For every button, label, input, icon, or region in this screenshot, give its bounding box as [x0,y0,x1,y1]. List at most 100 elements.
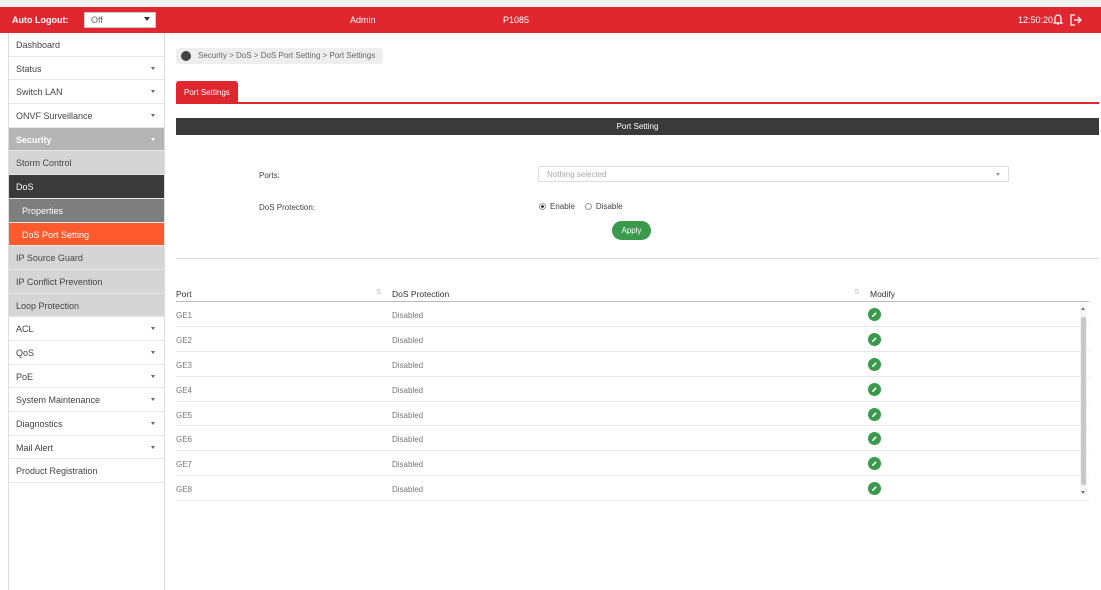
sidebar-item-dos-port-setting[interactable]: DoS Port Setting [9,222,164,247]
auto-logout-select[interactable]: Off [84,12,156,28]
sidebar-item-label: Loop Protection [16,300,80,311]
table-row: GE7 Disabled [176,451,1089,477]
bell-icon[interactable] [1052,14,1064,26]
disable-radio[interactable] [584,203,592,210]
auto-logout-value: Off [91,15,103,25]
sidebar-item-label: QoS [16,347,35,358]
logout-icon[interactable] [1069,14,1083,26]
ports-select[interactable]: Nothing selected [538,166,1009,182]
table-row: GE3 Disabled [176,352,1089,377]
port-cell: GE8 [176,485,193,495]
sort-icon[interactable]: ⇅ [854,288,860,296]
dos-protection-radios: Enable Disable [539,202,623,211]
chevron-down-icon [151,350,155,354]
apply-button[interactable]: Apply [612,221,651,240]
table-row: GE6 Disabled [176,426,1089,452]
dos-cell: Disabled [392,360,424,370]
sidebar-item-product-registration[interactable]: Product Registration [9,459,164,484]
scroll-up-icon[interactable] [1081,307,1085,310]
header-port[interactable]: Port [176,289,192,299]
port-cell: GE2 [176,335,193,345]
tab-port-settings[interactable]: Port Settings [176,81,238,103]
sidebar-item-ip-conflict-prevention[interactable]: IP Conflict Prevention [9,269,164,294]
auto-logout-label: Auto Logout: [12,15,69,25]
edit-icon[interactable] [868,308,881,321]
sidebar-item-label: System Maintenance [16,395,101,406]
table-header: Port ⇅ DoS Protection ⇅ Modify [176,280,1089,302]
clock: 12:50:20 [1018,15,1054,25]
table-row: GE4 Disabled [176,377,1089,402]
port-table: Port ⇅ DoS Protection ⇅ Modify GE1 Disab… [176,280,1089,502]
ports-placeholder: Nothing selected [547,170,607,179]
device-model: P1085 [503,15,530,25]
gear-icon [181,51,191,61]
sidebar-item-security[interactable]: Security [9,127,164,152]
sidebar-item-label: Security [16,134,52,145]
breadcrumb-text: Security > DoS > DoS Port Setting > Port… [198,51,376,60]
sidebar-item-ip-source-guard[interactable]: IP Source Guard [9,246,164,270]
sidebar-item-dos[interactable]: DoS [9,175,164,199]
edit-icon[interactable] [868,482,881,496]
edit-icon[interactable] [868,382,881,396]
sidebar-item-switch-lan[interactable]: Switch LAN [9,80,164,105]
edit-icon[interactable] [868,457,881,471]
sort-icon[interactable]: ⇅ [376,288,382,296]
sidebar-item-onvf[interactable]: ONVF Surveillance [9,104,164,128]
sidebar-item-properties[interactable]: Properties [9,198,164,223]
sidebar-item-label: DoS [16,182,34,193]
sidebar-item-status[interactable]: Status [9,57,164,81]
sidebar-item-label: Product Registration [16,466,98,477]
edit-icon[interactable] [868,357,881,371]
dos-cell: Disabled [392,410,424,420]
sidebar-item-loop-protection[interactable]: Loop Protection [9,293,164,318]
sidebar-item-poe[interactable]: PoE [9,365,164,389]
scrollbar-thumb[interactable] [1081,317,1086,485]
port-cell: GE1 [176,311,193,320]
sidebar-item-dashboard[interactable]: Dashboard [9,33,164,57]
chevron-down-icon [151,137,155,141]
sidebar: Dashboard Status Switch LAN ONVF Surveil… [8,33,165,590]
sidebar-item-label: Properties [22,205,64,216]
sidebar-item-storm-control[interactable]: Storm Control [9,151,164,176]
ports-label: Ports: [259,171,280,180]
sidebar-item-qos[interactable]: QoS [9,341,164,365]
edit-icon[interactable] [868,407,881,421]
sidebar-item-system-maintenance[interactable]: System Maintenance [9,388,164,412]
dos-cell: Disabled [392,335,424,345]
sidebar-item-label: Diagnostics [16,419,63,429]
table-scrollbar[interactable] [1080,303,1087,496]
main-content: Security > DoS > DoS Port Setting > Port… [166,33,1101,590]
sidebar-item-mail-alert[interactable]: Mail Alert [9,436,164,460]
dos-protection-label: DoS Protection: [259,203,316,212]
chevron-down-icon [151,66,155,70]
table-row: GE1 Disabled [176,302,1089,327]
dos-cell: Disabled [392,435,424,445]
edit-icon[interactable] [868,432,881,446]
breadcrumb: Security > DoS > DoS Port Setting > Port… [176,48,384,64]
port-cell: GE7 [176,460,193,470]
header-dos-protection[interactable]: DoS Protection [392,289,449,299]
sidebar-item-label: ONVF Surveillance [16,111,93,122]
sidebar-item-diagnostics[interactable]: Diagnostics [9,412,164,436]
edit-icon[interactable] [868,332,881,346]
chevron-down-icon [151,422,155,425]
sidebar-item-label: PoE [16,371,34,382]
table-row: GE2 Disabled [176,327,1089,352]
sidebar-item-label: IP Conflict Prevention [16,276,103,287]
dos-cell: Disabled [392,311,424,320]
scroll-down-icon[interactable] [1081,491,1085,494]
port-cell: GE5 [176,410,193,420]
sidebar-item-label: Switch LAN [16,87,63,98]
sidebar-item-label: IP Source Guard [16,253,83,264]
table-row: GE8 Disabled [176,476,1089,502]
user-name: Admin [350,15,376,25]
header-modify: Modify [870,289,896,299]
sidebar-item-acl[interactable]: ACL [9,317,164,341]
chevron-down-icon [996,173,1000,176]
sidebar-item-label: DoS Port Setting [22,229,90,240]
chevron-down-icon [151,327,155,331]
enable-label: Enable [550,202,575,211]
dos-cell: Disabled [392,460,424,470]
enable-radio[interactable] [539,203,546,210]
port-cell: GE3 [176,360,193,370]
